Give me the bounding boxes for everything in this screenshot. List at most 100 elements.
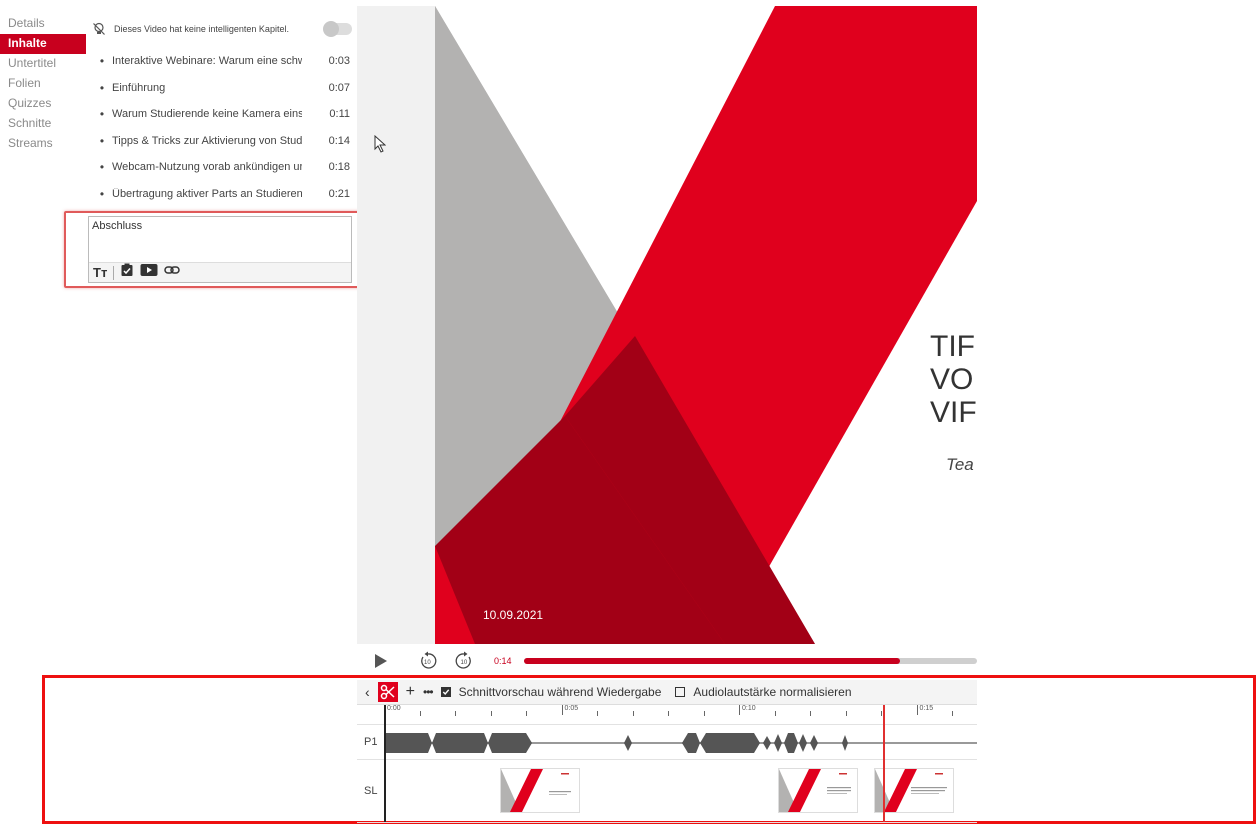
progress-bar-fill	[524, 658, 900, 664]
sidebar-item-schnitte[interactable]: Schnitte	[0, 114, 86, 134]
audio-waveform	[384, 733, 848, 753]
ruler-tick	[419, 711, 421, 716]
ruler-label: 0:10	[742, 705, 756, 712]
bullet-icon: •	[99, 160, 105, 175]
track-label-sl: SL	[364, 785, 378, 797]
slide-title: TIF VO VIF	[930, 330, 977, 429]
quiz-icon[interactable]	[120, 263, 134, 282]
more-icon[interactable]: •••	[423, 685, 434, 699]
slide-thumbnail[interactable]	[778, 768, 858, 813]
ruler-label: 0:05	[564, 705, 579, 712]
play-button[interactable]	[374, 653, 388, 674]
ruler-tick	[632, 711, 634, 716]
sidebar-item-folien[interactable]: Folien	[0, 74, 86, 94]
preview-option-label: Schnittvorschau während Wiedergabe	[458, 685, 662, 699]
chapter-time: 0:07	[328, 81, 350, 94]
slide-thumbnail[interactable]	[874, 768, 954, 813]
smart-chapters-toggle[interactable]	[323, 21, 352, 37]
ruler-label: 0:15	[919, 705, 934, 712]
ruler-tick	[597, 711, 598, 716]
normalize-option-label: Audiolautstärke normalisieren	[693, 685, 852, 699]
bullet-icon: •	[99, 133, 105, 148]
chapter-title: Warum Studierende keine Kamera einsc	[112, 108, 302, 121]
ruler-tick	[845, 711, 847, 716]
timeline-ruler: 0:00 0:05 0:10 0:15	[384, 705, 977, 723]
track-label-p1: P1	[364, 736, 378, 748]
ruler-tick	[916, 705, 918, 715]
chapter-title: Webcam-Nutzung vorab ankündigen ur	[112, 161, 302, 174]
add-icon[interactable]: +	[406, 684, 415, 700]
ruler-tick	[739, 705, 740, 715]
ruler-tick	[774, 711, 776, 716]
bullet-icon: •	[99, 186, 105, 201]
chapter-title: Tipps & Tricks zur Aktivierung von Studi	[112, 134, 302, 147]
svg-text:10: 10	[461, 660, 468, 666]
sidebar-item-details[interactable]: Details	[0, 14, 86, 34]
current-time: 0:14	[494, 656, 512, 666]
scissors-icon[interactable]	[377, 682, 398, 702]
chapter-time: 0:11	[329, 108, 350, 121]
sidebar-item-untertitel[interactable]: Untertitel	[0, 54, 86, 74]
sidebar-item-inhalte[interactable]: Inhalte	[0, 34, 86, 54]
rewind-10-icon[interactable]: 10	[419, 651, 437, 674]
ruler-tick	[490, 711, 492, 716]
bullet-icon: •	[99, 107, 105, 122]
preview-checkbox[interactable]	[440, 687, 451, 697]
chapter-item[interactable]: • Webcam-Nutzung vorab ankündigen ur 0:18	[92, 154, 354, 181]
audio-track[interactable]	[384, 731, 977, 755]
timeline-start-marker	[384, 705, 386, 822]
mouse-cursor-icon	[374, 134, 387, 158]
chapters-header: Dieses Video hat keine intelligenten Kap…	[92, 16, 352, 42]
ruler-tick	[668, 711, 669, 716]
timeline-toolbar: ‹ + ••• Schnittvorschau während Wiederga…	[357, 680, 977, 705]
slide-thumbnail[interactable]	[500, 768, 580, 813]
slide-date: 10.09.2021	[483, 608, 544, 622]
toolbar-divider	[113, 265, 115, 280]
chapter-item[interactable]: • Tipps & Tricks zur Aktivierung von Stud…	[92, 128, 354, 155]
sidebar-nav: Details Inhalte Untertitel Folien Quizzes Sch…	[0, 14, 86, 154]
chapter-time: 0:03	[328, 55, 350, 68]
chapter-time: 0:14	[328, 134, 350, 147]
smart-chapters-notice: Dieses Video hat keine intelligenten Kap…	[114, 24, 289, 34]
slide-title-line: TIF	[930, 330, 975, 363]
ruler-tick	[526, 711, 527, 716]
chapter-title: Einführung	[112, 81, 166, 94]
ruler-tick	[881, 711, 882, 716]
video-icon[interactable]	[140, 263, 158, 282]
chapter-time: 0:18	[328, 161, 350, 174]
forward-10-icon[interactable]: 10	[455, 651, 473, 674]
chapter-item[interactable]: • Übertragung aktiver Parts an Studierenc…	[92, 181, 354, 208]
editor-toolbar: Tт	[89, 262, 351, 282]
chapter-item[interactable]: • Interaktive Webinare: Warum eine schw 0:…	[92, 48, 354, 75]
slide-title-line: VIF	[930, 396, 977, 429]
bullet-icon: •	[99, 80, 105, 95]
ruler-tick	[952, 711, 953, 716]
chapter-time: 0:21	[328, 187, 350, 200]
chapter-item[interactable]: • Einführung 0:07	[92, 75, 354, 102]
slide-graphic	[435, 6, 977, 644]
chapter-editor-text[interactable]: Abschluss	[92, 220, 142, 232]
chapter-title: Interaktive Webinare: Warum eine schw	[112, 55, 302, 68]
ruler-label: 0:00	[387, 705, 401, 712]
sidebar-item-quizzes[interactable]: Quizzes	[0, 94, 86, 114]
text-size-icon[interactable]: Tт	[93, 265, 107, 280]
sidebar-item-streams[interactable]: Streams	[0, 134, 86, 154]
link-icon[interactable]	[164, 263, 181, 282]
slide-title-line: VO	[930, 363, 974, 396]
slide-subtitle: Tea	[946, 455, 974, 474]
chevron-left-icon[interactable]: ‹	[365, 684, 370, 700]
ruler-tick	[561, 705, 563, 715]
normalize-checkbox[interactable]	[675, 687, 686, 697]
ruler-tick	[455, 711, 456, 716]
chapter-list: • Interaktive Webinare: Warum eine schw 0:…	[92, 48, 354, 207]
timeline-playhead[interactable]	[883, 705, 885, 822]
bullet-icon: •	[99, 54, 105, 69]
slide-preview[interactable]	[435, 6, 977, 644]
ruler-tick	[703, 711, 705, 716]
lightbulb-off-icon	[92, 22, 106, 36]
chapter-item[interactable]: • Warum Studierende keine Kamera einsc 0:1…	[92, 101, 354, 128]
row-divider	[357, 822, 977, 823]
ruler-tick	[810, 711, 811, 716]
svg-text:10: 10	[424, 660, 431, 666]
chapter-title: Übertragung aktiver Parts an Studierenc	[112, 187, 302, 200]
